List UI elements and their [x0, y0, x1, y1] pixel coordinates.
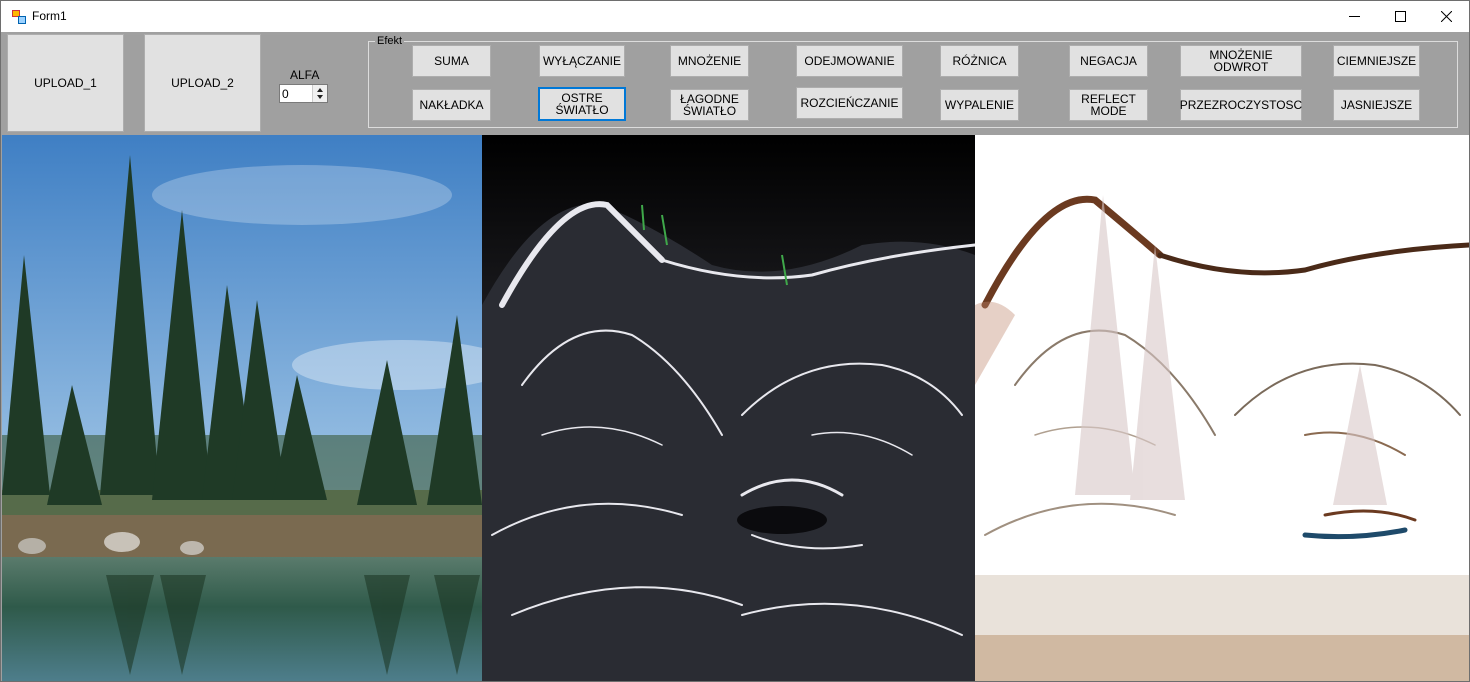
title-bar: Form1 [1, 1, 1469, 32]
effect-przezroczystosc-button[interactable]: PRZEZROCZYSTOSC [1180, 89, 1302, 121]
effect-reflect-mode-button[interactable]: REFLECT MODE [1069, 89, 1148, 121]
effect-mnozenie-button[interactable]: MNOŻENIE [670, 45, 749, 77]
minimize-icon [1348, 16, 1360, 17]
effect-lagodne-swiatlo-button[interactable]: ŁAGODNE ŚWIATŁO [670, 89, 749, 121]
effect-nakladka-button[interactable]: NAKŁADKA [412, 89, 491, 121]
effects-legend: Efekt [375, 35, 405, 47]
effect-ciemniejsze-button[interactable]: CIEMNIEJSZE [1333, 45, 1420, 77]
effect-roznica-button[interactable]: RÓŻNICA [940, 45, 1019, 77]
maximize-icon [1394, 11, 1406, 22]
minimize-button[interactable] [1331, 1, 1377, 32]
alfa-value[interactable]: 0 [282, 87, 289, 101]
image-1-picturebox [2, 135, 482, 681]
alfa-spinner[interactable]: 0 [279, 84, 328, 103]
window-title: Form1 [32, 9, 67, 23]
effect-rozcienczanie-button[interactable]: ROZCIEŃCZANIE [796, 87, 903, 119]
effect-ostre-swiatlo-button[interactable]: OSTRE ŚWIATŁO [538, 87, 626, 121]
image-3-picturebox [975, 135, 1469, 681]
maximize-button[interactable] [1377, 1, 1423, 32]
effect-wylaczanie-button[interactable]: WYŁĄCZANIE [539, 45, 625, 77]
image-2-picturebox [482, 135, 975, 681]
main-window: Form1 UPLOAD_1 UPLOAD_2 ALFA 0 Efekt SUM… [0, 0, 1470, 682]
effect-odejmowanie-button[interactable]: ODEJMOWANIE [796, 45, 903, 77]
spinner-arrows[interactable] [312, 85, 327, 102]
close-button[interactable] [1423, 1, 1469, 32]
effect-negacja-button[interactable]: NEGACJA [1069, 45, 1148, 77]
effect-jasniejsze-button[interactable]: JASNIEJSZE [1333, 89, 1420, 121]
forest-lake-image [2, 135, 482, 681]
spin-up-icon[interactable] [317, 88, 323, 92]
alfa-label: ALFA [290, 68, 320, 82]
upload-1-button[interactable]: UPLOAD_1 [7, 34, 124, 132]
fractal-cat-image [482, 135, 975, 681]
app-icon [12, 10, 26, 24]
effect-suma-button[interactable]: SUMA [412, 45, 491, 77]
close-icon [1440, 11, 1452, 22]
blended-result-image [975, 135, 1469, 681]
upload-2-button[interactable]: UPLOAD_2 [144, 34, 261, 132]
toolbar: UPLOAD_1 UPLOAD_2 ALFA 0 Efekt SUMA WYŁĄ… [1, 32, 1469, 134]
effect-mnozenie-odwrot-button[interactable]: MNOŻENIE ODWROT [1180, 45, 1302, 77]
effect-wypalenie-button[interactable]: WYPALENIE [940, 89, 1019, 121]
spin-down-icon[interactable] [317, 95, 323, 99]
